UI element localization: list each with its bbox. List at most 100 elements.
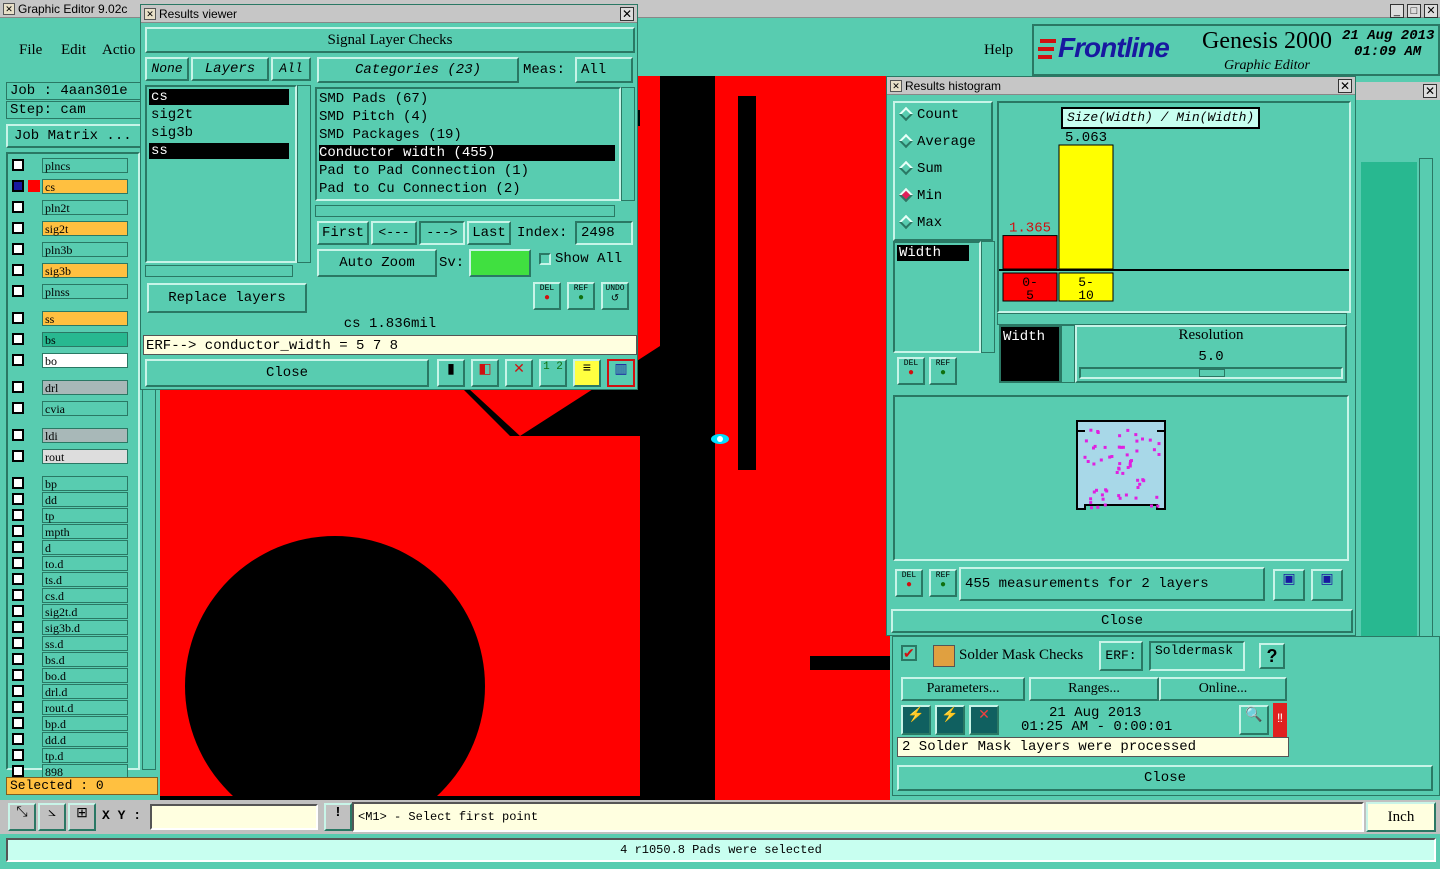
- layer-row[interactable]: tp: [10, 508, 128, 523]
- highlight-icon[interactable]: ◧: [471, 359, 499, 387]
- measure-tool-icon[interactable]: ⤡: [8, 803, 36, 831]
- histogram-bar[interactable]: [1002, 235, 1058, 270]
- option-average[interactable]: Average: [898, 134, 976, 150]
- layer-checkbox[interactable]: [12, 493, 24, 505]
- background-window-close-icon[interactable]: ✕: [1423, 84, 1437, 98]
- auto-zoom-button[interactable]: Auto Zoom: [317, 249, 437, 277]
- angle-tool-icon[interactable]: ⦣: [38, 803, 66, 831]
- resolution-slider-handle[interactable]: [1199, 369, 1225, 377]
- category-item[interactable]: SMD Pads (67): [319, 91, 615, 107]
- layer-row[interactable]: pln2t: [10, 200, 128, 215]
- layer-checkbox[interactable]: [12, 557, 24, 569]
- layer-checkbox[interactable]: [12, 243, 24, 255]
- layer-checkbox[interactable]: [12, 264, 24, 276]
- layer-checkbox[interactable]: [12, 381, 24, 393]
- layer-row[interactable]: ss: [10, 311, 128, 326]
- categories-vscroll[interactable]: [621, 87, 635, 201]
- categories-button[interactable]: Categories (23): [317, 57, 519, 83]
- preview-ref-button[interactable]: REF ●: [929, 569, 957, 597]
- units-button[interactable]: Inch: [1366, 802, 1436, 832]
- categories-list[interactable]: SMD Pads (67) SMD Pitch (4) SMD Packages…: [315, 87, 621, 201]
- layer-checkbox[interactable]: [12, 605, 24, 617]
- parameters-button[interactable]: Parameters...: [901, 677, 1025, 701]
- results-layer-item[interactable]: cs: [149, 89, 289, 105]
- replace-layers-button[interactable]: Replace layers: [147, 283, 307, 313]
- results-viewer-close-icon[interactable]: ✕: [620, 7, 634, 21]
- layer-row[interactable]: bs: [10, 332, 128, 347]
- layer-checkbox[interactable]: [12, 509, 24, 521]
- soldermask-close-button[interactable]: Close: [897, 765, 1433, 791]
- report-icon[interactable]: ≡: [573, 359, 601, 387]
- category-item[interactable]: SMD Packages (19): [319, 127, 615, 143]
- cursor-icon[interactable]: ▮: [437, 359, 465, 387]
- layer-row[interactable]: rout.d: [10, 700, 128, 715]
- preview-del-button[interactable]: DEL ●: [895, 569, 923, 597]
- undo-button[interactable]: UNDO ↺: [601, 282, 629, 310]
- histogram-chart-hscroll[interactable]: [997, 313, 1347, 325]
- grid-tool-icon[interactable]: ⊞: [68, 803, 96, 831]
- job-matrix-button[interactable]: Job Matrix ...: [6, 124, 142, 148]
- layer-checkbox[interactable]: [12, 201, 24, 213]
- all-layers-button[interactable]: All: [271, 57, 311, 81]
- layer-row[interactable]: mpth: [10, 524, 128, 539]
- layer-row[interactable]: bp: [10, 476, 128, 491]
- option-sum[interactable]: Sum: [898, 161, 942, 177]
- field-scroll[interactable]: [1061, 325, 1075, 383]
- layer-row[interactable]: drl: [10, 380, 128, 395]
- clear-icon[interactable]: ✕: [505, 359, 533, 387]
- layer-row[interactable]: plnss: [10, 284, 128, 299]
- histogram-bar[interactable]: [1058, 144, 1114, 270]
- layers-button[interactable]: Layers: [191, 57, 269, 81]
- layer-checkbox[interactable]: [12, 701, 24, 713]
- show-all-checkbox[interactable]: [539, 253, 551, 265]
- results-layer-item[interactable]: ss: [149, 143, 289, 159]
- menu-actions[interactable]: Actio: [102, 42, 135, 59]
- soldermask-erf-button[interactable]: ERF:: [1099, 641, 1143, 671]
- layer-checkbox[interactable]: [12, 653, 24, 665]
- category-item[interactable]: SMD Pitch (4): [319, 109, 615, 125]
- layer-checkbox[interactable]: [12, 477, 24, 489]
- option-min[interactable]: Min: [898, 188, 942, 204]
- histogram-close-button[interactable]: Close: [891, 609, 1353, 633]
- layer-row[interactable]: plncs: [10, 158, 128, 173]
- layer-checkbox[interactable]: [12, 541, 24, 553]
- layer-row[interactable]: sig2t: [10, 221, 128, 236]
- soldermask-help-button[interactable]: ?: [1259, 643, 1285, 669]
- results-layer-item[interactable]: sig2t: [149, 107, 289, 123]
- import-icon[interactable]: ▣: [1311, 569, 1343, 601]
- menu-help[interactable]: Help: [984, 42, 1013, 59]
- layer-checkbox[interactable]: [12, 312, 24, 324]
- alert-status-icon[interactable]: ‼: [1273, 703, 1287, 737]
- online-button[interactable]: Online...: [1159, 677, 1287, 701]
- layer-checkbox[interactable]: [12, 733, 24, 745]
- none-button[interactable]: None: [145, 57, 189, 81]
- sv-color-select[interactable]: [469, 249, 531, 277]
- layer-checkbox[interactable]: [12, 717, 24, 729]
- results-layer-vscroll[interactable]: [297, 85, 311, 263]
- layer-row[interactable]: pln3b: [10, 242, 128, 257]
- layer-checkbox[interactable]: [12, 589, 24, 601]
- layer-checkbox[interactable]: [12, 749, 24, 761]
- first-button[interactable]: First: [317, 221, 369, 245]
- layer-row[interactable]: cvia: [10, 401, 128, 416]
- menu-file[interactable]: File: [19, 42, 42, 59]
- layer-checkbox[interactable]: [12, 637, 24, 649]
- menu-edit[interactable]: Edit: [61, 42, 86, 59]
- layer-row[interactable]: bp.d: [10, 716, 128, 731]
- results-layer-hscroll[interactable]: [145, 265, 293, 277]
- layer-row[interactable]: bo.d: [10, 668, 128, 683]
- category-item[interactable]: Pad to Cu Connection (2): [319, 181, 615, 197]
- layer-row[interactable]: dd.d: [10, 732, 128, 747]
- last-button[interactable]: Last: [467, 221, 511, 245]
- resolution-slider[interactable]: [1079, 367, 1343, 379]
- index-input[interactable]: 2498: [575, 221, 633, 245]
- layer-row[interactable]: ss.d: [10, 636, 128, 651]
- histogram-ref-button[interactable]: REF ●: [929, 357, 957, 385]
- results-viewer-close-button[interactable]: Close: [145, 359, 429, 387]
- results-layer-list[interactable]: cs sig2t sig3b ss: [145, 85, 297, 263]
- category-item[interactable]: Pad to Pad Connection (1): [319, 163, 615, 179]
- export-icon[interactable]: ▣: [1273, 569, 1305, 601]
- layer-checkbox[interactable]: [12, 402, 24, 414]
- layer-checkbox[interactable]: [12, 685, 24, 697]
- layer-checkbox[interactable]: [12, 669, 24, 681]
